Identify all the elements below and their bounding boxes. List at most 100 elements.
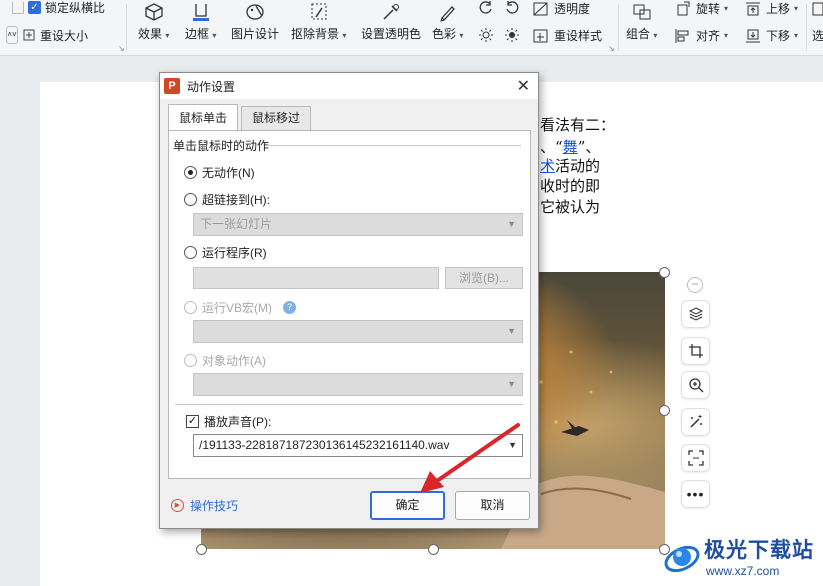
reset-style-label: 重设样式 — [554, 29, 603, 43]
dialog-launcher-icon[interactable]: ↘ — [608, 44, 615, 53]
ocr-button[interactable] — [681, 444, 710, 472]
picture-design-button[interactable]: 图片设计 — [231, 2, 279, 42]
crop-button[interactable] — [681, 337, 710, 365]
stepper-up-icon[interactable] — [12, 1, 24, 14]
lock-aspect-ratio-checkbox[interactable]: ✓ 锁定纵横比 — [12, 0, 105, 16]
resize-handle[interactable] — [428, 544, 439, 555]
chevron-down-icon: ▼ — [507, 219, 516, 229]
group-button[interactable]: 组合 ▾ — [626, 2, 657, 42]
reset-size-label: 重设大小 — [40, 28, 89, 43]
brightness-up-icon[interactable] — [478, 27, 494, 43]
radio-no-action-label: 无动作(N) — [202, 166, 255, 180]
remove-background-label: 抠除背景 — [291, 27, 340, 41]
tab-mouse-click[interactable]: 鼠标单击 — [168, 104, 239, 131]
resize-handle[interactable] — [659, 267, 670, 278]
play-sound-checkbox[interactable]: ✓ 播放声音(P): — [186, 413, 271, 430]
scan-icon — [687, 450, 704, 466]
selection-pane-icon[interactable] — [812, 1, 823, 17]
help-icon[interactable]: ? — [283, 301, 296, 314]
border-button[interactable]: 边框 ▾ — [185, 2, 216, 42]
hyperlink[interactable]: 舞 — [563, 138, 578, 156]
selection-pane-label[interactable]: 选 — [812, 27, 823, 44]
macro-select[interactable]: ▼ — [193, 320, 523, 343]
border-label: 边框 — [185, 27, 210, 41]
doc-text-line: 它被认为 — [540, 198, 601, 216]
hyperlink[interactable]: 术 — [540, 157, 555, 175]
radio-icon[interactable] — [184, 246, 197, 259]
set-transparent-color-label: 设置透明色 — [361, 27, 422, 41]
layers-icon — [688, 307, 703, 321]
reset-style-button[interactable]: 重设样式 — [532, 27, 602, 44]
collapse-toolbar-icon[interactable]: − — [687, 277, 703, 293]
more-options-button[interactable]: ••• — [681, 480, 710, 508]
group-divider — [266, 145, 521, 146]
hyperlink-select[interactable]: 下一张幻灯片 ▼ — [193, 213, 523, 236]
border-icon — [192, 4, 209, 21]
transparency-icon — [533, 2, 548, 15]
bring-forward-button[interactable]: 上移 ▾ — [744, 0, 798, 17]
remove-background-button[interactable]: 抠除背景 ▾ — [291, 2, 346, 42]
radio-selected-icon[interactable] — [184, 166, 197, 179]
rotate-button[interactable]: 旋转 ▾ — [674, 0, 728, 17]
ribbon-separator — [126, 4, 127, 50]
watermark: 极光下载站 www.xz7.com — [660, 533, 820, 583]
play-icon: ▶ — [171, 499, 184, 512]
set-transparent-color-button[interactable]: 设置透明色 — [361, 2, 421, 42]
watermark-url: www.xz7.com — [706, 564, 780, 578]
radio-icon[interactable] — [184, 354, 197, 367]
reset-size-button[interactable]: ˄˅ 重设大小 — [6, 26, 88, 44]
align-button[interactable]: 对齐 ▾ — [674, 27, 728, 44]
brightness-down-icon[interactable] — [504, 27, 520, 43]
radio-run-macro[interactable]: 运行VB宏(M) ? — [184, 299, 296, 316]
tips-link[interactable]: ▶ 操作技巧 — [171, 497, 238, 514]
program-path-input[interactable] — [193, 267, 439, 289]
tips-label: 操作技巧 — [190, 499, 239, 513]
group-title: 单击鼠标时的动作 — [173, 139, 270, 153]
crop-icon — [688, 344, 703, 358]
radio-object-action-label: 对象动作(A) — [202, 354, 266, 368]
radio-no-action[interactable]: 无动作(N) — [184, 164, 255, 181]
checkbox-checked-icon[interactable]: ✓ — [28, 1, 41, 14]
send-backward-button[interactable]: 下移 ▾ — [744, 27, 798, 44]
bring-forward-label: 上移 — [766, 2, 791, 16]
radio-run-program[interactable]: 运行程序(R) — [184, 244, 267, 261]
dialog-launcher-icon[interactable]: ↘ — [118, 44, 125, 53]
transparency-button[interactable]: 透明度 — [532, 0, 590, 17]
checkbox-checked-icon[interactable]: ✓ — [186, 415, 199, 428]
resize-handle[interactable] — [659, 405, 670, 416]
dialog-titlebar[interactable]: P 动作设置 ✕ — [160, 73, 538, 99]
align-icon — [675, 28, 689, 43]
object-action-select[interactable]: ▼ — [193, 373, 523, 396]
section-divider — [175, 404, 523, 405]
dialog-title: 动作设置 — [187, 79, 236, 94]
layers-button[interactable] — [681, 300, 710, 328]
group-icon — [633, 4, 651, 20]
effects-button[interactable]: 效果 ▾ — [138, 2, 169, 42]
stepper-icon[interactable]: ˄˅ — [6, 26, 18, 44]
browse-button[interactable]: 浏览(B)... — [445, 267, 523, 289]
tab-mouse-over[interactable]: 鼠标移过 — [241, 106, 312, 130]
smart-tools-button[interactable] — [681, 408, 710, 436]
radio-object-action[interactable]: 对象动作(A) — [184, 352, 266, 369]
radio-icon[interactable] — [184, 301, 197, 314]
radio-icon[interactable] — [184, 193, 197, 206]
annotation-arrow — [420, 423, 520, 493]
send-backward-label: 下移 — [766, 29, 791, 43]
rotate-icon — [677, 1, 690, 15]
close-icon[interactable]: ✕ — [517, 76, 530, 96]
radio-hyperlink-label: 超链接到(H): — [202, 193, 270, 207]
doc-text-line: 、“舞”、 — [540, 138, 601, 156]
more-icon: ••• — [686, 486, 705, 502]
rotate-left-icon[interactable] — [478, 0, 494, 16]
magic-wand-icon — [689, 415, 702, 428]
eyedropper-icon — [383, 4, 399, 20]
radio-hyperlink[interactable]: 超链接到(H): — [184, 191, 270, 208]
zoom-in-icon — [688, 378, 703, 393]
resize-handle[interactable] — [196, 544, 207, 555]
color-button[interactable]: 色彩 ▾ — [432, 2, 463, 42]
doc-text-line: 术活动的 — [540, 157, 601, 175]
rotate-right-icon[interactable] — [504, 0, 520, 16]
zoom-button[interactable] — [681, 371, 710, 399]
color-label: 色彩 — [432, 27, 457, 41]
watermark-brand: 极光下载站 — [704, 539, 814, 562]
